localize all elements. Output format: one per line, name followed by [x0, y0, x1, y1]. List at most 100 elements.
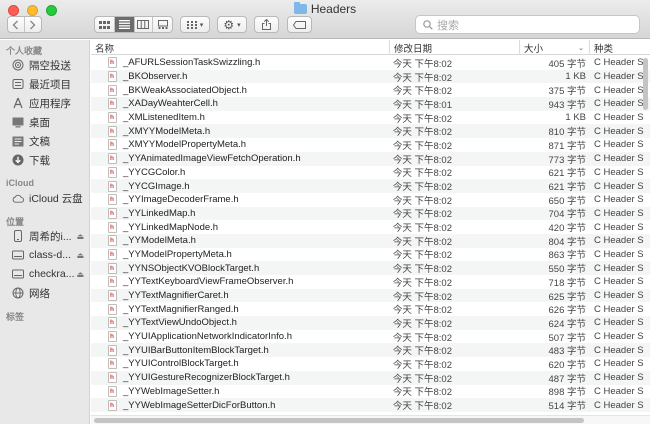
file-row[interactable]: h _XADayWeahterCell.h 今天 下午8:01 943 字节 C Hea…: [91, 97, 650, 111]
file-row[interactable]: h _BKObserver.h 今天 下午8:02 1 KB C Header S: [91, 69, 650, 84]
file-kind: C Header S: [594, 235, 644, 247]
column-kind[interactable]: 种类: [590, 40, 650, 55]
file-row[interactable]: h _YYLinkedMapNode.h 今天 下午8:02 420 字节 C Head…: [91, 220, 650, 234]
disk-icon: [12, 249, 24, 261]
file-name-cell: h _YYCGImage.h: [91, 180, 390, 192]
sidebar-item-location-2[interactable]: class-d... ⏏: [12, 247, 88, 263]
search-icon: [423, 19, 433, 30]
sidebar-item-desktop[interactable]: 桌面: [12, 114, 88, 130]
gear-icon: ⚙: [223, 17, 235, 32]
chevron-down-icon: ▾: [237, 21, 241, 29]
file-row[interactable]: h _YYUIBarButtonItemBlockTarget.h 今天 下午8:0…: [91, 343, 650, 357]
file-date: 今天 下午8:02: [392, 401, 452, 413]
file-name-cell: h _YYLinkedMap.h: [91, 207, 390, 219]
file-name-cell: h _AFURLSessionTaskSwizzling.h: [91, 57, 390, 69]
file-size: 625 字节: [548, 291, 587, 303]
desktop-icon: [12, 116, 24, 128]
file-row[interactable]: h _YYWebImageSetter.h 今天 下午8:02 898 字节 C Hea…: [91, 385, 650, 398]
sidebar-item-recents[interactable]: 最近项目: [12, 76, 88, 92]
file-name-cell: h _YYAnimatedImageViewFetchOperation.h: [91, 153, 390, 165]
header-file-icon: h: [108, 385, 117, 397]
column-date[interactable]: 修改日期: [390, 40, 520, 55]
file-row[interactable]: h _YYModelPropertyMeta.h 今天 下午8:02 863 字节 C …: [91, 248, 650, 262]
column-view-icon: [137, 20, 150, 29]
file-kind: C Header S: [594, 262, 644, 274]
file-kind: C Header S: [594, 385, 644, 397]
file-row[interactable]: h _YYCGImage.h 今天 下午8:02 621 字节 C Header S: [91, 179, 650, 193]
file-row[interactable]: h _YYUIApplicationNetworkIndicatorInfo.h 今…: [91, 330, 650, 344]
sidebar-item-applications[interactable]: 应用程序: [12, 95, 88, 111]
file-row[interactable]: h _YYTextMagnifierRanged.h 今天 下午8:02 626 字节…: [91, 302, 650, 316]
file-row[interactable]: h _YYCGColor.h 今天 下午8:02 621 字节 C Header S: [91, 166, 650, 180]
cloud-icon: [12, 192, 24, 204]
file-name: _YYUIGestureRecognizerBlockTarget.h: [123, 372, 290, 384]
file-size: 621 字节: [548, 182, 587, 194]
list-view-button[interactable]: [114, 17, 135, 32]
file-size: 773 字节: [548, 154, 587, 166]
file-name-cell: h _YYUIGestureRecognizerBlockTarget.h: [91, 372, 390, 384]
file-size: 863 字节: [548, 250, 587, 262]
sidebar-section-tags: 标签: [6, 312, 25, 322]
file-name: _YYWebImageSetter.h: [123, 385, 220, 397]
file-row[interactable]: h _YYImageDecoderFrame.h 今天 下午8:02 650 字节 C …: [91, 193, 650, 207]
folder-icon: [293, 2, 307, 14]
forward-button[interactable]: [25, 17, 41, 32]
column-name[interactable]: 名称: [91, 40, 390, 55]
recents-icon: [12, 78, 24, 90]
header-file-icon: h: [108, 262, 117, 274]
file-row[interactable]: h _YYUIGestureRecognizerBlockTarget.h 今天 下…: [91, 370, 650, 385]
header-file-icon: h: [108, 194, 117, 206]
file-row[interactable]: h _XMYYModelPropertyMeta.h 今天 下午8:02 871 字节…: [91, 138, 650, 152]
file-size: 483 字节: [548, 346, 587, 358]
file-kind: C Header S: [594, 276, 644, 288]
eject-icon[interactable]: ⏏: [76, 232, 84, 241]
sidebar-item-location-1[interactable]: 周希的i... ⏏: [12, 228, 88, 244]
file-row[interactable]: h _YYNSObjectKVOBlockTarget.h 今天 下午8:02 550…: [91, 261, 650, 275]
sidebar-item-network[interactable]: 网络: [12, 285, 88, 301]
sidebar-item-airdrop[interactable]: 隔空投送: [12, 57, 88, 73]
file-name-cell: h _YYTextMagnifierCaret.h: [91, 290, 390, 302]
file-row[interactable]: h _YYTextKeyboardViewFrameObserver.h 今天 下午…: [91, 275, 650, 289]
tag-button[interactable]: [287, 16, 312, 33]
gallery-view-button[interactable]: [153, 17, 172, 32]
back-button[interactable]: [8, 17, 25, 32]
file-row[interactable]: h _YYTextViewUndoObject.h 今天 下午8:02 624 字节 C…: [91, 316, 650, 330]
file-row[interactable]: h _YYTextMagnifierCaret.h 今天 下午8:02 625 字节 C…: [91, 288, 650, 303]
file-row[interactable]: h _YYUIControlBlockTarget.h 今天 下午8:02 620 字…: [91, 357, 650, 371]
horizontal-scrollbar[interactable]: [94, 418, 584, 423]
file-size: 871 字节: [548, 140, 587, 152]
file-date: 今天 下午8:02: [392, 250, 452, 262]
file-name-cell: h _BKWeakAssociatedObject.h: [91, 84, 390, 96]
file-row[interactable]: h _AFURLSessionTaskSwizzling.h 今天 下午8:02 40…: [91, 56, 650, 70]
column-view-button[interactable]: [135, 17, 154, 32]
file-kind: C Header S: [594, 331, 644, 343]
search-field[interactable]: 搜索: [415, 15, 640, 34]
group-button[interactable]: ▾: [180, 16, 210, 33]
file-date: 今天 下午8:02: [392, 168, 452, 180]
column-size[interactable]: 大小 ⌄: [520, 40, 590, 55]
file-row[interactable]: h _YYModelMeta.h 今天 下午8:02 804 字节 C Header S: [91, 233, 650, 248]
file-row[interactable]: h _YYAnimatedImageViewFetchOperation.h 今天 …: [91, 151, 650, 166]
sidebar-item-icloud-drive[interactable]: iCloud 云盘: [12, 190, 88, 206]
file-row[interactable]: h _BKWeakAssociatedObject.h 今天 下午8:02 375 字…: [91, 83, 650, 97]
sidebar-item-documents[interactable]: 文稿: [12, 133, 88, 149]
file-row[interactable]: h _XMYYModelMeta.h 今天 下午8:02 810 字节 C Header…: [91, 124, 650, 138]
file-name: _YYLinkedMap.h: [123, 207, 196, 219]
file-name: _BKObserver.h: [123, 71, 188, 83]
share-button[interactable]: [254, 16, 279, 33]
eject-icon[interactable]: ⏏: [76, 251, 84, 260]
action-button[interactable]: ⚙ ▾: [217, 16, 247, 33]
sidebar-item-location-3[interactable]: checkra... ⏏: [12, 266, 88, 282]
file-size: 621 字节: [548, 168, 587, 180]
file-size: 487 字节: [548, 373, 587, 385]
file-date: 今天 下午8:02: [392, 195, 452, 207]
vertical-scrollbar[interactable]: [643, 58, 648, 110]
icon-view-button[interactable]: [95, 17, 115, 32]
eject-icon[interactable]: ⏏: [76, 270, 84, 279]
file-row[interactable]: h _YYLinkedMap.h 今天 下午8:02 704 字节 C Header S: [91, 206, 650, 220]
file-name: _BKWeakAssociatedObject.h: [123, 84, 247, 96]
sidebar-item-downloads[interactable]: 下载: [12, 152, 88, 168]
file-row[interactable]: h _XMListenedItem.h 今天 下午8:02 1 KB C Header …: [91, 111, 650, 125]
file-row[interactable]: h _YYWebImageSetterDicForButton.h 今天 下午8:0…: [91, 398, 650, 412]
file-kind: C Header S: [594, 399, 644, 411]
